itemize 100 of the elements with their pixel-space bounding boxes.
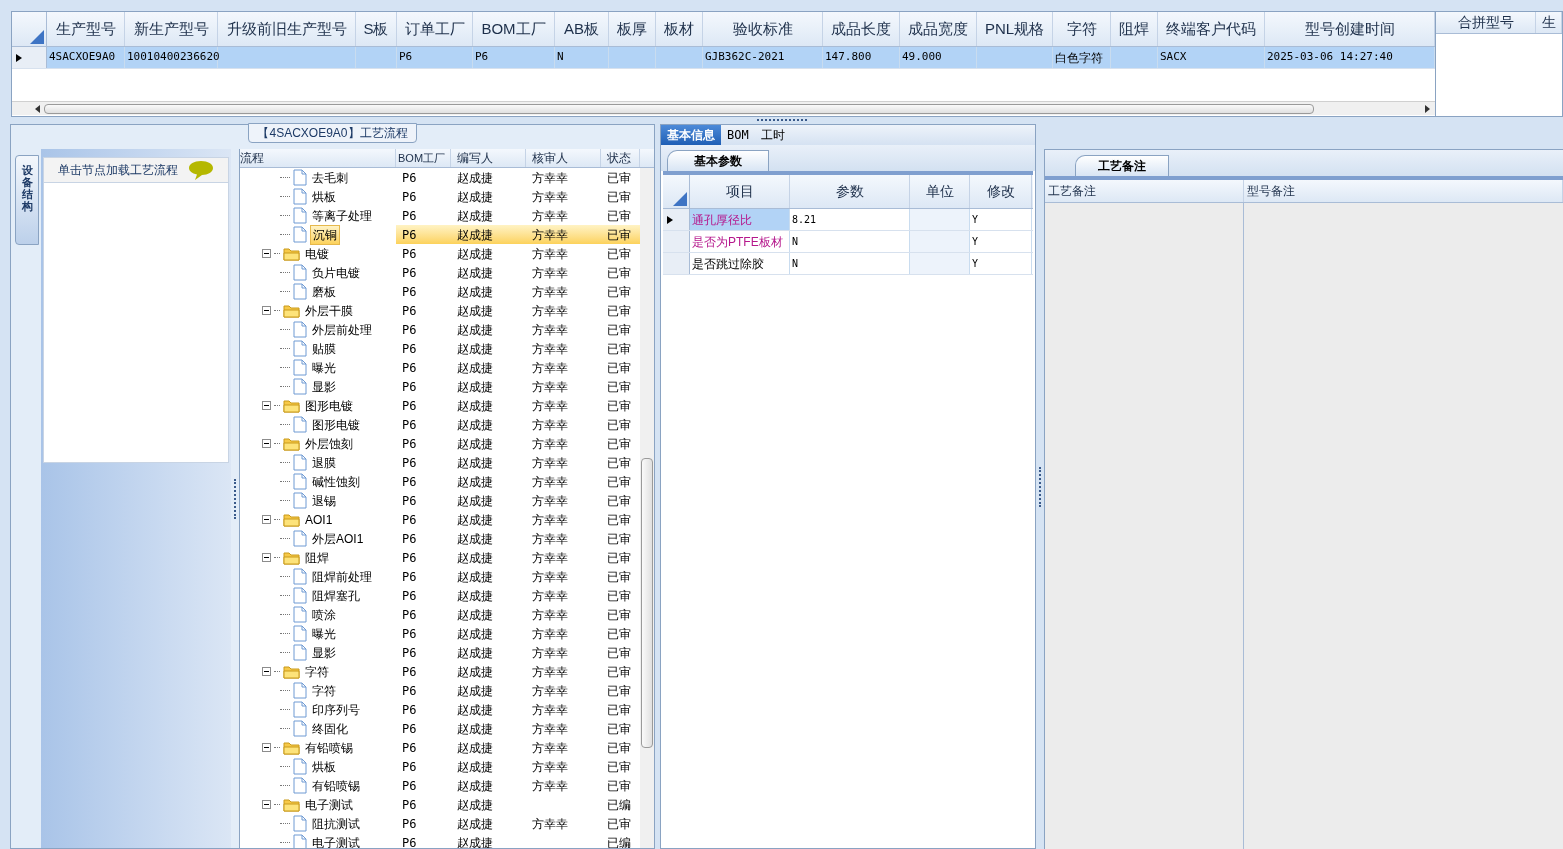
column-header[interactable]: S板 [356,12,397,46]
folder-icon [283,550,300,565]
table-row[interactable]: 4SACXOE9A0 10010400236620 P6 P6 N GJB362C-2021 147.800 49.000 白色字符 SACX 2025-03-06 14:27:40 [12,47,1435,69]
column-header[interactable]: 成品长度 [823,12,900,46]
table-cell-text: 方幸幸 [531,397,569,415]
tree-node[interactable]: 显影 [310,377,338,396]
column-header[interactable]: AB板 [555,12,609,46]
tree-node[interactable]: AOI1 [303,510,335,529]
tree-node[interactable]: 曝光 [310,358,338,377]
tree-node[interactable]: 烘板 [310,757,338,776]
collapse-icon[interactable] [262,800,271,809]
tree-node[interactable]: 外层前处理 [310,320,374,339]
tree-node[interactable]: 阻抗测试 [310,814,362,833]
tree-node[interactable]: 字符 [303,662,331,681]
tree-node[interactable]: 退膜 [310,453,338,472]
collapse-icon[interactable] [262,439,271,448]
column-header[interactable]: 生产型号 [47,12,125,46]
column-header[interactable]: BOM工厂 [473,12,555,46]
table-cell: 49.000 [900,47,977,68]
collapse-icon[interactable] [262,306,271,315]
tree-node[interactable]: 显影 [310,643,338,662]
scroll-thumb[interactable] [641,458,653,748]
column-header[interactable]: 状态 [601,149,640,167]
tree-node[interactable]: 负片电镀 [310,263,362,282]
column-header[interactable]: 验收标准 [703,12,823,46]
tab[interactable]: BOM [721,125,755,145]
horizontal-scrollbar[interactable] [12,101,1435,115]
tree-node[interactable]: 阻焊前处理 [310,567,374,586]
column-header[interactable]: 编写人 [451,149,526,167]
tree-node[interactable]: 去毛刺 [310,168,350,187]
document-icon [293,492,307,509]
column-header[interactable]: 参数 [790,175,910,208]
column-header[interactable]: 型号创建时间 [1265,12,1435,46]
table-cell: Y [970,209,1032,230]
tree-node[interactable]: 喷涂 [310,605,338,624]
tab[interactable]: 工时 [754,125,791,145]
tree-node[interactable]: 退锡 [310,491,338,510]
column-header[interactable]: 生 [1536,12,1562,33]
table-cell-text: 赵成捷 [456,739,494,757]
notes-tab[interactable]: 工艺备注 [1075,155,1169,176]
tree-node[interactable]: 烘板 [310,187,338,206]
tree-node[interactable]: 外层AOI1 [310,529,366,548]
collapse-icon[interactable] [262,553,271,562]
column-header[interactable]: 项目 [690,175,790,208]
collapse-icon[interactable] [262,515,271,524]
column-header[interactable]: PNL规格 [977,12,1053,46]
tree-node[interactable]: 阻焊塞孔 [310,586,362,605]
tree-node[interactable]: 电子测试 [310,833,362,848]
table-row[interactable]: 是否为PTFE板材 N Y [663,231,1033,253]
tree-node[interactable]: 曝光 [310,624,338,643]
document-icon [293,169,307,186]
table-cell-text: 已审 [606,302,632,320]
column-header[interactable]: 合拼型号 [1436,12,1536,33]
column-header[interactable]: 板厚 [609,12,656,46]
table-row[interactable]: 通孔厚径比 8.21 Y [663,209,1033,231]
scroll-thumb[interactable] [44,103,1314,114]
tree-node[interactable]: 外层蚀刻 [303,434,355,453]
column-header[interactable]: 新生产型号 [125,12,218,46]
collapse-icon[interactable] [262,249,271,258]
column-header[interactable]: 板材 [656,12,703,46]
column-header[interactable]: 单位 [910,175,970,208]
tree-node[interactable]: 阻焊 [303,548,331,567]
column-header[interactable]: 字符 [1053,12,1111,46]
vertical-scrollbar[interactable] [640,168,654,848]
tree-node[interactable]: 有铅喷锡 [310,776,362,795]
tree-node[interactable]: 外层干膜 [303,301,355,320]
collapse-icon[interactable] [262,667,271,676]
table-cell-text: P6 [401,606,418,624]
column-header[interactable]: 阻焊 [1111,12,1158,46]
tree-node[interactable]: 沉铜 [310,224,340,245]
tree-node[interactable]: 图形电镀 [303,396,355,415]
column-header[interactable]: 修改 [970,175,1032,208]
collapse-icon[interactable] [262,743,271,752]
column-header[interactable]: 终端客户代码 [1158,12,1265,46]
tree-node[interactable]: 字符 [310,681,338,700]
tree-node[interactable]: 有铅喷锡 [303,738,355,757]
column-header[interactable]: 工艺备注 [1045,180,1244,202]
tree-node[interactable]: 终固化 [310,719,350,738]
column-header[interactable]: 型号备注 [1244,180,1563,202]
column-header[interactable]: 成品宽度 [900,12,977,46]
table-row[interactable]: 是否跳过除胶 N Y [663,253,1033,275]
tree-node[interactable]: 电镀 [303,244,331,263]
tree-node[interactable]: 电子测试 [303,795,355,814]
column-header[interactable]: 流程 [240,149,396,167]
column-header[interactable]: 升级前旧生产型号 [218,12,356,46]
tree-node[interactable]: 印序列号 [310,700,362,719]
tree-node[interactable]: 磨板 [310,282,338,301]
table-cell-text: P6 [401,815,418,833]
tab[interactable]: 基本信息 [661,125,721,145]
tree-node[interactable]: 贴膜 [310,339,338,358]
column-header[interactable]: 订单工厂 [397,12,473,46]
column-header[interactable]: BOM工厂 [396,149,451,167]
sub-tab[interactable]: 基本参数 [667,150,769,171]
tree-node[interactable]: 图形电镀 [310,415,362,434]
tree-node[interactable]: 等离子处理 [310,206,374,225]
column-header[interactable]: 核审人 [526,149,601,167]
table-cell-text: 方幸幸 [531,644,569,662]
collapse-icon[interactable] [262,401,271,410]
tree-node[interactable]: 碱性蚀刻 [310,472,362,491]
side-tab[interactable]: 设备结构 [15,155,39,245]
